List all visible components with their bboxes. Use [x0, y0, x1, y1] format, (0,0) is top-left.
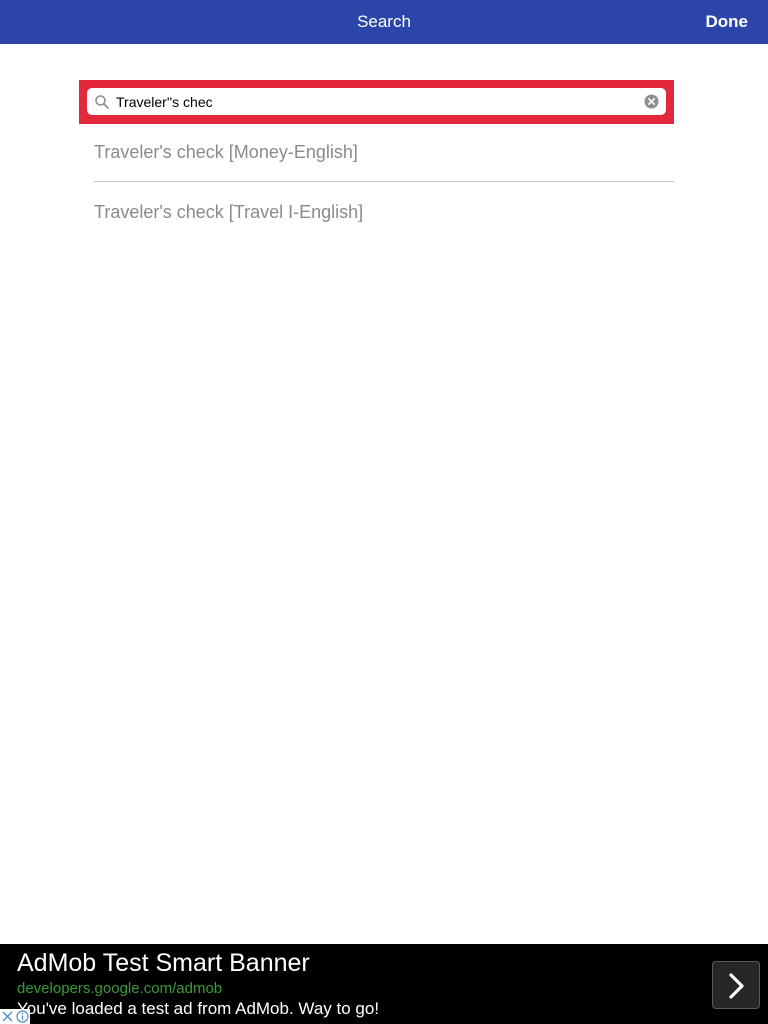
search-field[interactable] — [87, 88, 666, 115]
ad-url: developers.google.com/admob — [17, 980, 223, 997]
ad-close-icon[interactable] — [0, 1009, 15, 1024]
done-button[interactable]: Done — [706, 0, 749, 44]
ad-banner[interactable]: AdMob Test Smart Banner developers.googl… — [0, 944, 768, 1024]
list-item[interactable]: Traveler's check [Travel I-English] — [94, 182, 674, 242]
ad-title: AdMob Test Smart Banner — [17, 949, 310, 977]
search-results-list: Traveler's check [Money-English] Travele… — [94, 124, 674, 242]
search-input[interactable] — [116, 88, 636, 115]
list-item[interactable]: Traveler's check [Money-English] — [94, 124, 674, 182]
ad-description: You've loaded a test ad from AdMob. Way … — [17, 999, 380, 1018]
page-title: Search — [357, 12, 411, 31]
nav-bar: Search Done — [0, 0, 768, 44]
ad-open-button[interactable] — [712, 961, 760, 1009]
clear-icon[interactable] — [644, 94, 659, 109]
ad-info-icon[interactable] — [15, 1009, 30, 1024]
search-icon — [94, 94, 110, 110]
search-bar — [79, 80, 674, 124]
